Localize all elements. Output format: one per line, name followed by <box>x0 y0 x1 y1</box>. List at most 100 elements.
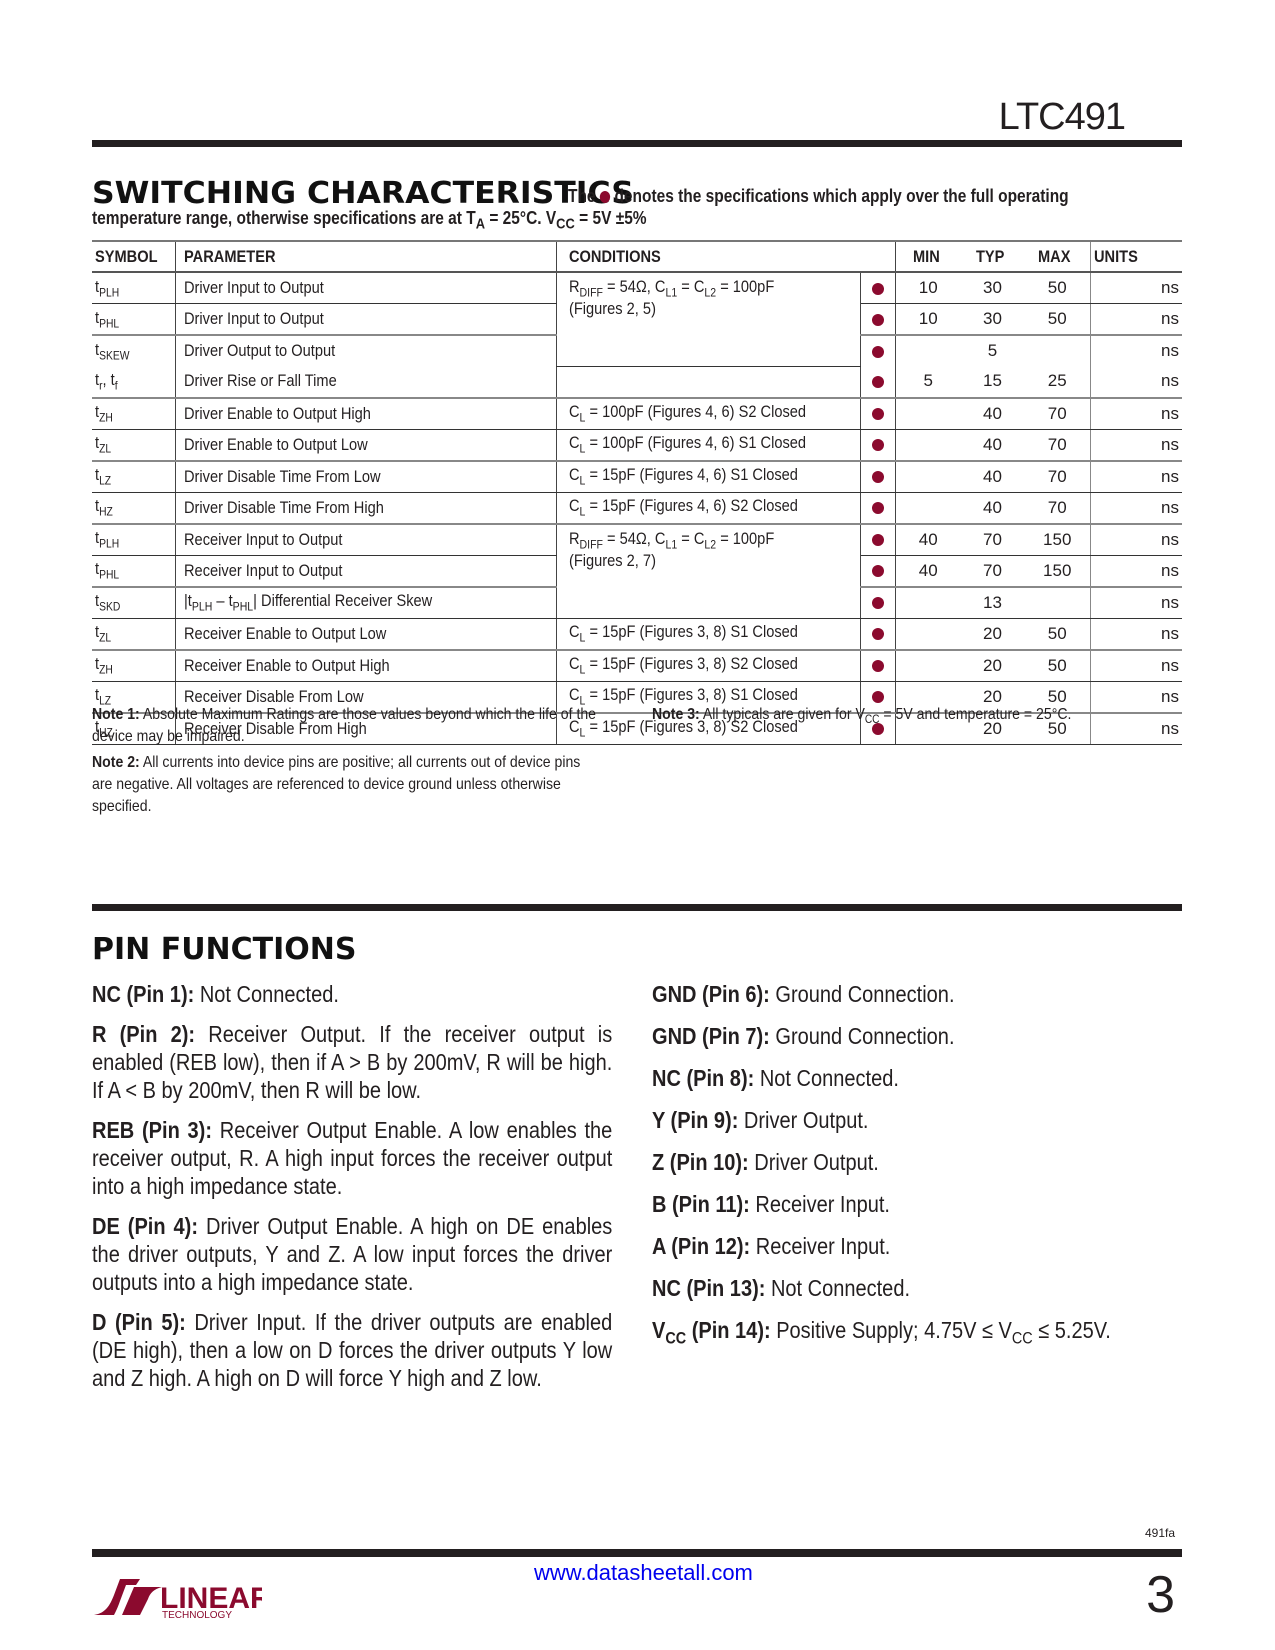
cell-min <box>895 492 961 525</box>
cell-typ: 40 <box>960 397 1025 430</box>
cell-typ: 70 <box>960 555 1025 588</box>
cell-typ: 30 <box>960 303 1025 336</box>
cell-bullet <box>860 429 897 462</box>
full-temp-bullet-icon <box>872 408 885 421</box>
cell-bullet <box>860 366 897 399</box>
cell-symbol: tZL <box>92 618 177 651</box>
cell-bullet <box>860 397 897 430</box>
pin-label: NC (Pin 1): <box>92 981 195 1007</box>
pin-description: Not Connected. <box>765 1275 911 1301</box>
notes-right: Note 3: All typicals are given for VCC =… <box>652 704 1212 735</box>
cell-bullet <box>860 460 897 493</box>
pin-label: A (Pin 12): <box>652 1233 751 1259</box>
full-temp-bullet-icon <box>872 439 885 452</box>
cell-max: 50 <box>1024 618 1091 651</box>
cell-parameter: Receiver Input to Output <box>175 523 558 556</box>
cell-max <box>1024 586 1091 619</box>
pin-description: Receiver Input. <box>749 1191 890 1217</box>
note-label: Note 3: <box>652 706 700 723</box>
website-link[interactable]: www.datasheetall.com <box>534 1560 753 1586</box>
table-row: tr, tf Driver Rise or Fall Time 5 15 25 ns <box>92 366 1182 399</box>
full-temp-bullet-icon <box>872 660 885 673</box>
pin-label: Z (Pin 10): <box>652 1149 749 1175</box>
pin-label: Y (Pin 9): <box>652 1107 739 1133</box>
note-text: Absolute Maximum Ratings are those value… <box>92 706 597 745</box>
cell-typ: 13 <box>960 586 1025 619</box>
cell-units: ns <box>1089 366 1182 399</box>
cell-conditions: CL = 100pF (Figures 4, 6) S1 Closed <box>556 429 862 462</box>
cell-units: ns <box>1089 649 1182 682</box>
col-header-symbol: SYMBOL <box>92 240 177 273</box>
section-subtitle: The denotes the specifications which app… <box>568 186 1069 207</box>
cell-min <box>895 397 961 430</box>
table-row: tZL Receiver Enable to Output Low CL = 15p… <box>92 618 1182 651</box>
cell-bullet <box>860 492 897 525</box>
cell-typ: 15 <box>960 366 1025 399</box>
subtitle-sub: CC <box>556 215 575 233</box>
switching-characteristics-table: SYMBOL PARAMETER CONDITIONS MIN TYP MAX … <box>92 240 1182 745</box>
cell-conditions: CL = 100pF (Figures 4, 6) S2 Closed <box>556 397 862 430</box>
note-3: Note 3: All typicals are given for VCC =… <box>652 704 1212 731</box>
col-header-units: UNITS <box>1089 240 1182 273</box>
table-row: tPLH Receiver Input to Output RDIFF = 54Ω,… <box>92 523 1182 619</box>
cell-typ: 40 <box>960 492 1025 525</box>
cell-units: ns <box>1089 555 1182 588</box>
subtitle-text: = 25°C. V <box>485 208 557 228</box>
note-1: Note 1: Absolute Maximum Ratings are tho… <box>92 704 612 748</box>
pin-label: NC (Pin 13): <box>652 1275 766 1301</box>
bullet-icon <box>599 191 611 204</box>
cell-min <box>895 649 961 682</box>
pin-description: Positive Supply; 4.75V ≤ VCC ≤ 5.25V. <box>770 1317 1111 1348</box>
full-temp-bullet-icon <box>872 375 885 388</box>
pin-description: Ground Connection. <box>769 1023 955 1049</box>
pin-label: DE (Pin 4): <box>92 1213 199 1239</box>
cell-conditions: CL = 15pF (Figures 3, 8) S2 Closed <box>556 649 862 682</box>
cell-max: 70 <box>1024 460 1091 493</box>
subtitle-text: temperature range, otherwise specificati… <box>92 208 476 228</box>
part-number: LTC491 <box>998 96 1126 138</box>
pin-item: Z (Pin 10): Driver Output. <box>652 1148 1212 1176</box>
cell-min: 5 <box>895 366 961 399</box>
cell-symbol: tPHL <box>92 303 177 336</box>
cell-max: 50 <box>1024 649 1091 682</box>
pin-label: GND (Pin 7): <box>652 1023 770 1049</box>
full-temp-bullet-icon <box>872 345 885 358</box>
table-row: tPLH Driver Input to Output RDIFF = 54Ω, C… <box>92 272 1182 367</box>
cell-units: ns <box>1089 523 1182 556</box>
pin-label: NC (Pin 8): <box>652 1065 755 1091</box>
cell-parameter: Driver Disable Time From Low <box>175 460 558 493</box>
cell-units: ns <box>1089 303 1182 336</box>
pin-item: NC (Pin 13): Not Connected. <box>652 1274 1212 1302</box>
document-code: 491fa <box>1144 1526 1175 1540</box>
cell-units: ns <box>1089 586 1182 619</box>
cell-units: ns <box>1089 272 1182 304</box>
cell-symbol: tPLH <box>92 272 177 304</box>
full-temp-bullet-icon <box>872 534 885 547</box>
pin-item: DE (Pin 4): Driver Output Enable. A high… <box>92 1212 612 1296</box>
pin-description: Driver Output. <box>738 1107 869 1133</box>
full-temp-bullet-icon <box>872 471 885 484</box>
pin-description: Driver Output. <box>748 1149 879 1175</box>
full-temp-bullet-icon <box>872 691 885 704</box>
note-label: Note 2: <box>92 754 140 771</box>
cell-conditions: CL = 15pF (Figures 4, 6) S1 Closed <box>556 460 862 493</box>
cell-bullet <box>860 272 897 304</box>
cell-max: 70 <box>1024 429 1091 462</box>
cell-bullet <box>860 303 897 336</box>
cell-min: 40 <box>895 555 961 588</box>
note-text: All currents into device pins are positi… <box>92 754 581 815</box>
cell-typ: 40 <box>960 460 1025 493</box>
cell-min <box>895 586 961 619</box>
cell-units: ns <box>1089 335 1182 366</box>
cell-bullet <box>860 523 897 556</box>
section-title-pin-functions: PIN FUNCTIONS <box>92 932 357 967</box>
pin-item: D (Pin 5): Driver Input. If the driver o… <box>92 1308 612 1392</box>
full-temp-bullet-icon <box>872 502 885 515</box>
pin-label: R (Pin 2): <box>92 1021 196 1047</box>
table-row: tZH Driver Enable to Output High CL = 100p… <box>92 397 1182 430</box>
cell-parameter: Driver Disable Time From High <box>175 492 558 525</box>
cell-symbol: tPLH <box>92 523 177 556</box>
page-number: 3 <box>1146 1566 1175 1624</box>
table-row: tLZ Driver Disable Time From Low CL = 15pF… <box>92 460 1182 493</box>
cell-parameter: |tPLH – tPHL| Differential Receiver Skew <box>175 586 558 619</box>
